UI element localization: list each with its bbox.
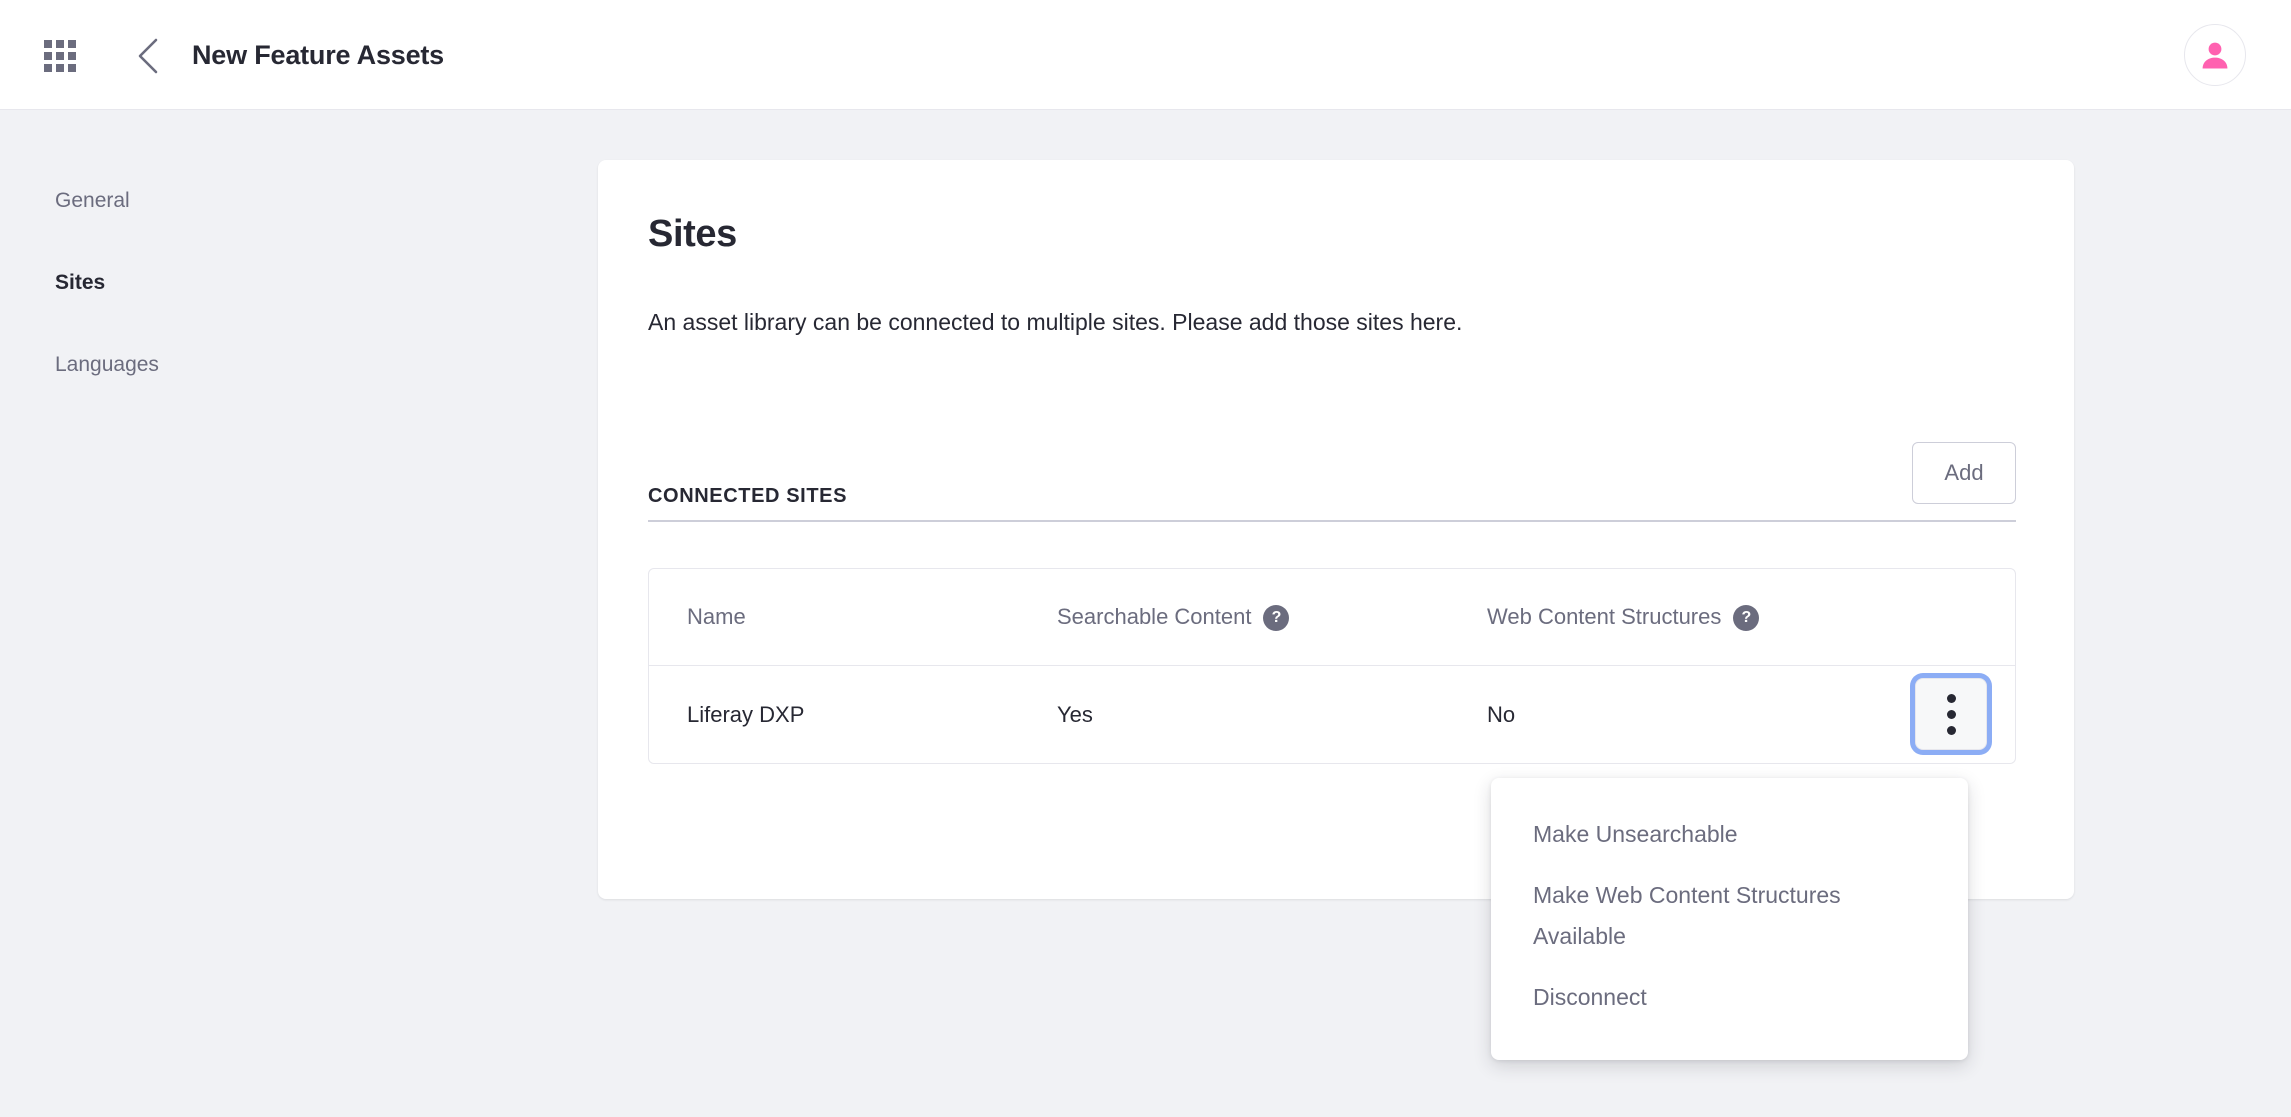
kebab-dot: [1946, 725, 1956, 735]
section-title: Sites: [648, 213, 737, 255]
help-icon-web-content-structures[interactable]: ?: [1733, 605, 1760, 631]
kebab-dot: [1946, 693, 1956, 703]
grid-cell: [44, 52, 52, 60]
chevron-left-icon[interactable]: [128, 36, 168, 76]
card-content: Sites An asset library can be connected …: [598, 160, 2074, 764]
menu-item-disconnect[interactable]: Disconnect: [1491, 967, 1968, 1028]
cell-site-name: Liferay DXP: [687, 701, 805, 727]
menu-item-make-unsearchable[interactable]: Make Unsearchable: [1491, 804, 1968, 865]
grid-cell: [68, 64, 76, 72]
grid-cell: [56, 40, 64, 48]
cell-searchable-content: Yes: [1057, 701, 1093, 727]
grid-cell: [44, 40, 52, 48]
sidebar-item-sites[interactable]: Sites: [0, 262, 598, 303]
connected-sites-header-row: CONNECTED SITES Add: [648, 438, 2016, 522]
grid-cell: [56, 52, 64, 60]
settings-sidebar: General Sites Languages: [0, 110, 598, 1117]
section-description: An asset library can be connected to mul…: [648, 309, 1463, 335]
kebab-dot: [1946, 709, 1956, 719]
user-avatar-icon: [2202, 42, 2228, 69]
cell-web-content-structures: No: [1487, 701, 1516, 727]
help-icon-searchable-content[interactable]: ?: [1263, 605, 1290, 631]
grid-cell: [68, 40, 76, 48]
menu-item-make-web-content-structures-available[interactable]: Make Web Content Structures Available: [1491, 865, 1968, 967]
column-header-searchable-content-label: Searchable Content: [1057, 604, 1252, 629]
avatar[interactable]: [2184, 24, 2246, 86]
sidebar-item-languages[interactable]: Languages: [0, 344, 598, 385]
grid-cell: [44, 64, 52, 72]
column-header-web-content-structures-label: Web Content Structures: [1487, 604, 1722, 629]
kebab-menu-icon[interactable]: [1915, 678, 1987, 750]
connected-sites-label: CONNECTED SITES: [648, 485, 848, 507]
table-header-row: Name Searchable Content ? Web Content St…: [649, 569, 2015, 666]
page-title: New Feature Assets: [192, 40, 445, 70]
connected-sites-table: Name Searchable Content ? Web Content St…: [648, 568, 2016, 764]
column-header-searchable-content: Searchable Content ?: [1057, 604, 1487, 631]
table-row: Liferay DXP Yes No: [649, 666, 2015, 763]
row-actions-dropdown-menu: Make Unsearchable Make Web Content Struc…: [1491, 778, 1968, 1060]
app-grid-icon[interactable]: [44, 40, 76, 72]
top-header-bar: New Feature Assets: [0, 0, 2291, 110]
cell-row-actions: [1915, 666, 2015, 763]
column-header-name: Name: [687, 604, 746, 629]
column-header-actions: [1927, 569, 2015, 666]
sidebar-item-general[interactable]: General: [0, 180, 598, 221]
grid-cell: [68, 52, 76, 60]
add-site-button[interactable]: Add: [1912, 442, 2016, 504]
grid-cell: [56, 64, 64, 72]
column-header-web-content-structures: Web Content Structures ?: [1487, 604, 1927, 631]
